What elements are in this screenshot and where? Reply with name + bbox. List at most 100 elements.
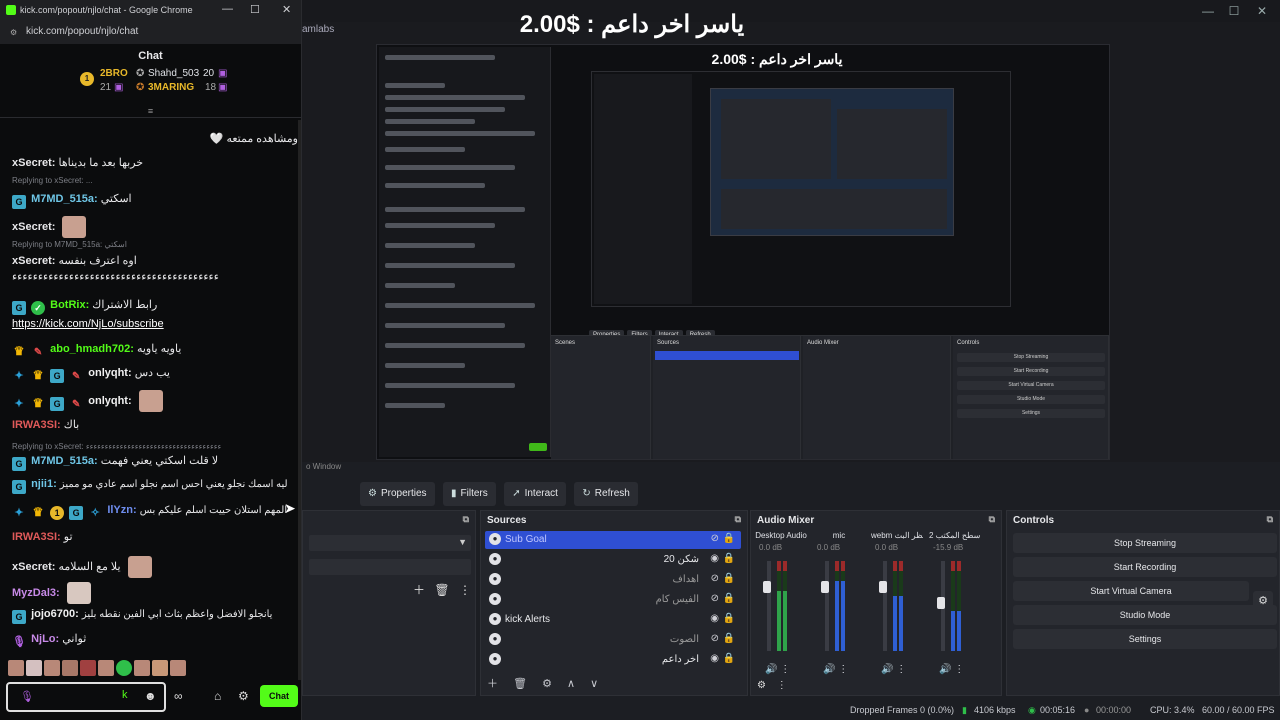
source-row[interactable]: ● الصوت ⊘ 🔒 [485,631,741,649]
chat-username[interactable]: NjLo: [31,633,59,645]
more-icon[interactable]: ⋮ [954,664,964,675]
chat-username[interactable]: xSecret: [12,561,55,573]
pinned-collapse-icon[interactable]: ≡ [0,106,301,118]
infinity-icon[interactable]: ∞ [174,689,183,703]
eye-off-icon[interactable]: ⊘ [711,593,719,604]
speaker-icon[interactable]: 🔊 [881,664,893,675]
studio-mode-button[interactable]: Studio Mode [1013,605,1277,625]
mic-icon[interactable]: 🎙 [20,690,34,703]
source-row[interactable]: ● اهداف ⊘ 🔒 [485,571,741,589]
fader-knob[interactable] [763,581,771,593]
source-row[interactable]: ● شكن 20 ◉ 🔒 [485,551,741,569]
emote-image[interactable] [26,660,42,676]
emote-image[interactable] [8,660,24,676]
chat-username[interactable]: IRWA3SI: [12,531,61,543]
close-icon[interactable]: ✕ [282,3,291,16]
chat-username[interactable]: BotRix: [50,299,89,311]
settings-button[interactable]: Settings [1013,629,1277,649]
eye-icon[interactable]: ◉ [710,613,719,624]
interact-button[interactable]: ➚ Interact [504,482,566,506]
fader-knob[interactable] [821,581,829,593]
subscribe-link[interactable]: https://kick.com/NjLo/subscribe [12,318,164,330]
lock-icon[interactable]: 🔒 [723,653,735,664]
chat-username[interactable]: njii1: [31,478,57,490]
chat-username[interactable]: xSecret: [12,221,55,233]
volume-fader[interactable] [883,561,887,651]
more-icon[interactable]: ⋮ [777,680,787,691]
more-icon[interactable]: ⋮ [838,664,848,675]
eye-off-icon[interactable]: ⊘ [711,533,719,544]
emote-image[interactable] [116,660,132,676]
chat-username[interactable]: IRWA3SI: [12,419,61,431]
dock-float-icon[interactable]: ⧉ [1267,514,1273,525]
minimize-icon[interactable]: — [1198,4,1218,18]
fader-knob[interactable] [937,597,945,609]
maximize-icon[interactable]: ☐ [1224,4,1244,18]
lock-icon[interactable]: 🔒 [723,613,735,624]
source-row[interactable]: ● Sub Goal ⊘ 🔒 [485,531,741,549]
dock-float-icon[interactable]: ⧉ [735,514,741,525]
source-row[interactable]: ● الفيس كام ⊘ 🔒 [485,591,741,609]
emote-image[interactable] [170,660,186,676]
move-up-icon[interactable]: ∧ [567,678,575,690]
url-bar[interactable]: kick.com/popout/njlo/chat [26,26,138,37]
eye-icon[interactable]: ◉ [710,653,719,664]
chat-username[interactable]: abo_hmadh702: [50,343,134,355]
chat-username[interactable]: xSecret: [12,255,55,267]
source-row[interactable]: ● kick Alerts ◉ 🔒 [485,611,741,629]
volume-fader[interactable] [825,561,829,651]
chat-username[interactable]: xSecret: [12,157,55,169]
start-recording-button[interactable]: Start Recording [1013,557,1277,577]
chat-username[interactable]: onlyqht: [88,395,131,407]
lock-icon[interactable]: 🔒 [723,573,735,584]
more-icon[interactable]: ⋮ [896,664,906,675]
maximize-icon[interactable]: ☐ [250,3,260,16]
eye-off-icon[interactable]: ⊘ [711,633,719,644]
eye-off-icon[interactable]: ⊘ [711,573,719,584]
volume-fader[interactable] [767,561,771,651]
obs-preview[interactable]: — ☐ ✕ amlabs ياسر اخر داعم : $2.00 ياسر … [302,0,1280,462]
close-icon[interactable]: ✕ [1252,4,1272,18]
store-icon[interactable]: ⌂ [214,689,221,703]
scene-row[interactable] [309,559,471,575]
emote-image[interactable] [98,660,114,676]
send-chat-button[interactable]: Chat [260,685,298,707]
properties-button[interactable]: ⚙ Properties [360,482,435,506]
chat-username[interactable]: onlyqht: [88,367,131,379]
gear-icon[interactable]: ⚙ [238,689,249,703]
more-icon[interactable]: ⋮ [459,583,471,597]
lock-icon[interactable]: 🔒 [723,533,735,544]
dock-float-icon[interactable]: ⧉ [463,514,469,525]
lock-icon[interactable]: 🔒 [723,633,735,644]
chat-message-list[interactable]: ومشاهده ممتعه 🤍 xSecret: خربها بعد ما بد… [0,118,301,658]
speaker-icon[interactable]: 🔊 [823,664,835,675]
stop-streaming-button[interactable]: Stop Streaming [1013,533,1277,553]
speaker-icon[interactable]: 🔊 [939,664,951,675]
add-source-icon[interactable]: ＋ [487,678,498,690]
lock-icon[interactable]: 🔒 [723,593,735,604]
emote-image[interactable] [134,660,150,676]
refresh-button[interactable]: ↻ Refresh [574,482,638,506]
add-scene-icon[interactable]: ＋ [413,583,425,597]
chat-username[interactable]: M7MD_515a: [31,455,98,467]
source-row[interactable]: ● اخر داعم ◉ 🔒 [485,651,741,669]
emote-image[interactable] [44,660,60,676]
chat-username[interactable]: MyzDal3: [12,587,60,599]
emote-image[interactable] [80,660,96,676]
chat-username[interactable]: IlYzn: [107,504,136,516]
chat-username[interactable]: M7MD_515a: [31,193,98,205]
emote-image[interactable] [152,660,168,676]
chat-scrollbar[interactable] [298,120,301,680]
start-virtual-camera-button[interactable]: Start Virtual Camera [1013,581,1249,601]
eye-icon[interactable]: ◉ [710,553,719,564]
scene-row[interactable]: ▼ [309,535,471,551]
fader-knob[interactable] [879,581,887,593]
emoji-icon[interactable]: ☻ [144,689,157,703]
lock-icon[interactable]: 🔒 [723,553,735,564]
filters-button[interactable]: ▮ Filters [443,482,496,506]
more-icon[interactable]: ⋮ [780,664,790,675]
chat-username[interactable]: jojo6700: [31,608,79,620]
move-down-icon[interactable]: ∨ [590,678,598,690]
gear-icon[interactable]: ⚙ [542,678,552,690]
trash-icon[interactable]: 🗑 [513,678,527,690]
